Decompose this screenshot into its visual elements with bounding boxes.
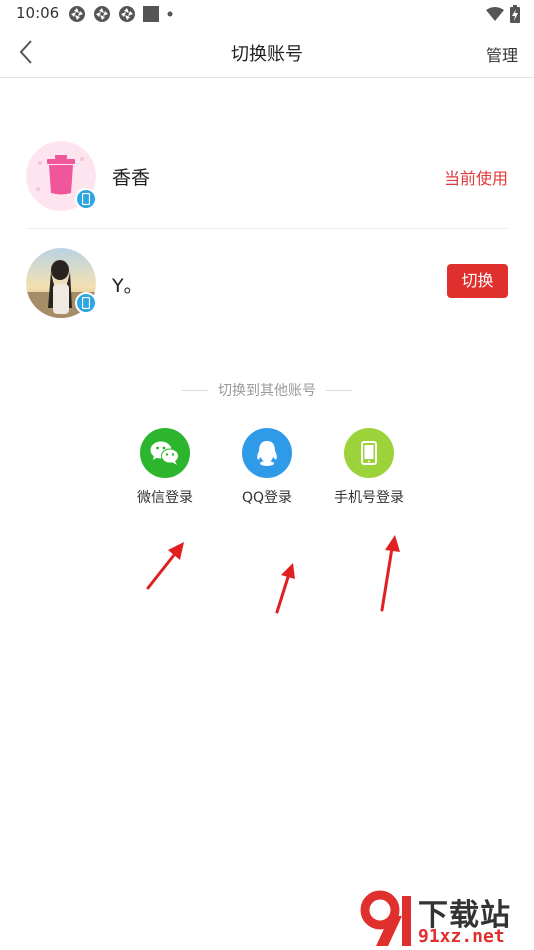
qq-login-label: QQ登录 xyxy=(241,490,293,506)
annotation-arrow-icon xyxy=(146,542,184,590)
dot-icon xyxy=(167,11,173,17)
device-badge xyxy=(75,292,97,314)
battery-charging-icon xyxy=(510,5,520,23)
phone-badge-icon xyxy=(82,297,90,309)
account-name: 香香 xyxy=(112,167,151,189)
image-notification-icon xyxy=(143,6,159,22)
app-notification-icon xyxy=(94,6,110,22)
app-notification-icon xyxy=(69,6,85,22)
annotation-arrow-icon xyxy=(380,535,400,612)
watermark-text-bottom: 91xz.net xyxy=(418,926,505,947)
phone-badge-icon xyxy=(82,193,90,205)
phone-login-button[interactable]: 手机号登录 xyxy=(314,428,424,508)
divider-line xyxy=(182,389,208,391)
status-icons-right xyxy=(486,4,520,24)
page-title: 切换账号 xyxy=(231,44,303,65)
wechat-login-button[interactable]: 微信登录 xyxy=(110,428,220,508)
qq-login-button[interactable]: QQ登录 xyxy=(212,428,322,508)
qq-login-circle[interactable] xyxy=(242,428,292,478)
phone-login-label: 手机号登录 xyxy=(334,490,404,506)
annotation-arrow-icon xyxy=(275,563,295,614)
manage-button[interactable]: 管理 xyxy=(486,42,518,66)
qq-icon xyxy=(257,441,277,466)
site-logo-icon xyxy=(360,890,411,946)
phone-login-circle[interactable] xyxy=(344,428,394,478)
phone-icon xyxy=(361,441,377,465)
wechat-login-label: 微信登录 xyxy=(137,490,193,506)
status-time: 10:06 xyxy=(16,4,60,22)
status-icons-left xyxy=(68,5,174,23)
wifi-icon xyxy=(486,7,504,21)
current-account-label: 当前使用 xyxy=(443,169,508,188)
account-row-current[interactable]: 香香 当前使用 xyxy=(26,133,508,229)
account-name: Y。 xyxy=(112,275,143,297)
divider-line xyxy=(326,389,352,391)
app-notification-icon xyxy=(119,6,135,22)
account-row-other[interactable]: Y。 切换 xyxy=(26,244,508,332)
wechat-icon xyxy=(150,441,179,465)
switch-account-button[interactable]: 切换 xyxy=(447,264,508,298)
nav-bar: 切换账号 管理 xyxy=(0,28,534,78)
other-account-title: 切换到其他账号 xyxy=(218,383,316,399)
site-watermark: 下载站 91xz.net xyxy=(360,890,530,948)
other-account-divider: 切换到其他账号 xyxy=(0,380,534,400)
wechat-login-circle[interactable] xyxy=(140,428,190,478)
status-bar: 10:06 xyxy=(0,0,534,28)
device-badge xyxy=(75,188,97,210)
